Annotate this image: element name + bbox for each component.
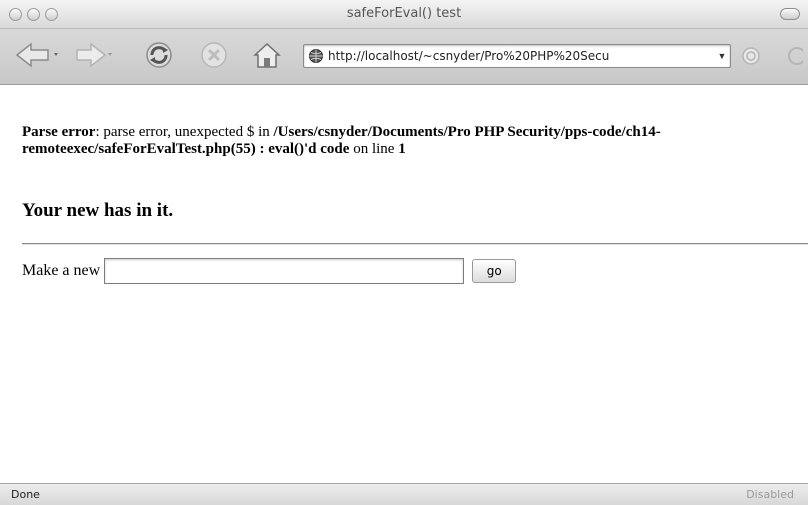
home-icon — [253, 42, 281, 68]
browser-toolbar: http://localhost/~csnyder/Pro%20PHP%20Se… — [0, 29, 808, 85]
error-prefix: Parse error — [22, 124, 96, 140]
page-content: Parse error: parse error, unexpected $ i… — [0, 86, 808, 482]
status-text: Done — [11, 488, 40, 501]
parse-error-message: Parse error: parse error, unexpected $ i… — [22, 124, 802, 158]
stop-icon — [201, 42, 227, 68]
window-title: safeForEval() test — [346, 6, 462, 21]
chevron-down-icon[interactable]: ▼ — [714, 51, 730, 61]
title-bar: safeForEval() test — [0, 0, 808, 29]
new-item-form: Make a new go — [22, 258, 517, 284]
url-text: http://localhost/~csnyder/Pro%20PHP%20Se… — [328, 49, 610, 63]
reload-button[interactable] — [142, 39, 176, 71]
search-engine-icon[interactable] — [783, 46, 803, 66]
home-button[interactable] — [250, 39, 284, 71]
back-arrow-icon — [15, 42, 58, 68]
form-label: Make a new — [22, 262, 101, 279]
reload-icon — [146, 42, 172, 68]
horizontal-divider — [22, 243, 808, 245]
go-button[interactable]: go — [472, 259, 517, 283]
back-button[interactable] — [14, 39, 60, 71]
error-line-text: on line — [349, 141, 399, 157]
stop-button[interactable] — [197, 39, 231, 71]
bookmark-icon[interactable] — [741, 46, 761, 66]
new-item-input[interactable] — [104, 258, 465, 284]
globe-icon — [309, 49, 323, 63]
status-disabled-indicator: Disabled — [746, 488, 794, 501]
error-text: : parse error, unexpected $ in — [95, 124, 274, 140]
page-heading: Your new has in it. — [22, 200, 174, 221]
forward-arrow-icon — [76, 42, 112, 68]
address-bar[interactable]: http://localhost/~csnyder/Pro%20PHP%20Se… — [303, 44, 731, 68]
forward-button[interactable] — [74, 39, 114, 71]
status-bar: Done Disabled — [0, 483, 808, 505]
toolbar-toggle-button[interactable] — [780, 8, 800, 20]
error-line-number: 1 — [398, 141, 406, 157]
